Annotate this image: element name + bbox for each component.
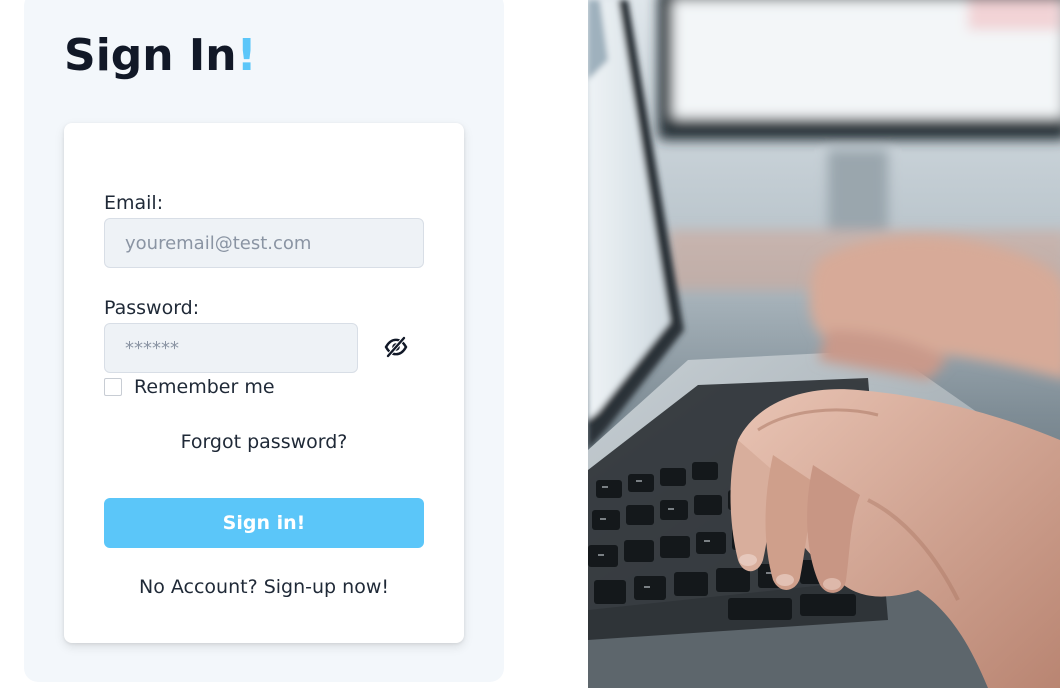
email-label: Email: (104, 192, 164, 214)
hero-image (588, 0, 1060, 688)
sign-in-form: Email: Password: Remember me Forgot pass… (64, 123, 464, 643)
page-title-text: Sign In (64, 30, 237, 81)
remember-me-checkbox[interactable] (104, 378, 122, 396)
password-input[interactable] (104, 323, 358, 373)
eye-slash-icon[interactable] (382, 333, 410, 361)
sign-in-button[interactable]: Sign in! (104, 498, 424, 548)
remember-me-label: Remember me (134, 376, 275, 398)
sign-in-page: Sign In! Email: Password: Remember me Fo… (0, 0, 1060, 688)
email-input[interactable] (104, 218, 424, 268)
page-title: Sign In! (64, 30, 257, 81)
forgot-password-link[interactable]: Forgot password? (64, 431, 464, 453)
sign-up-link[interactable]: No Account? Sign-up now! (64, 576, 464, 598)
page-title-accent: ! (236, 30, 257, 81)
laptop-typing-illustration (588, 0, 1060, 688)
password-label: Password: (104, 297, 200, 319)
